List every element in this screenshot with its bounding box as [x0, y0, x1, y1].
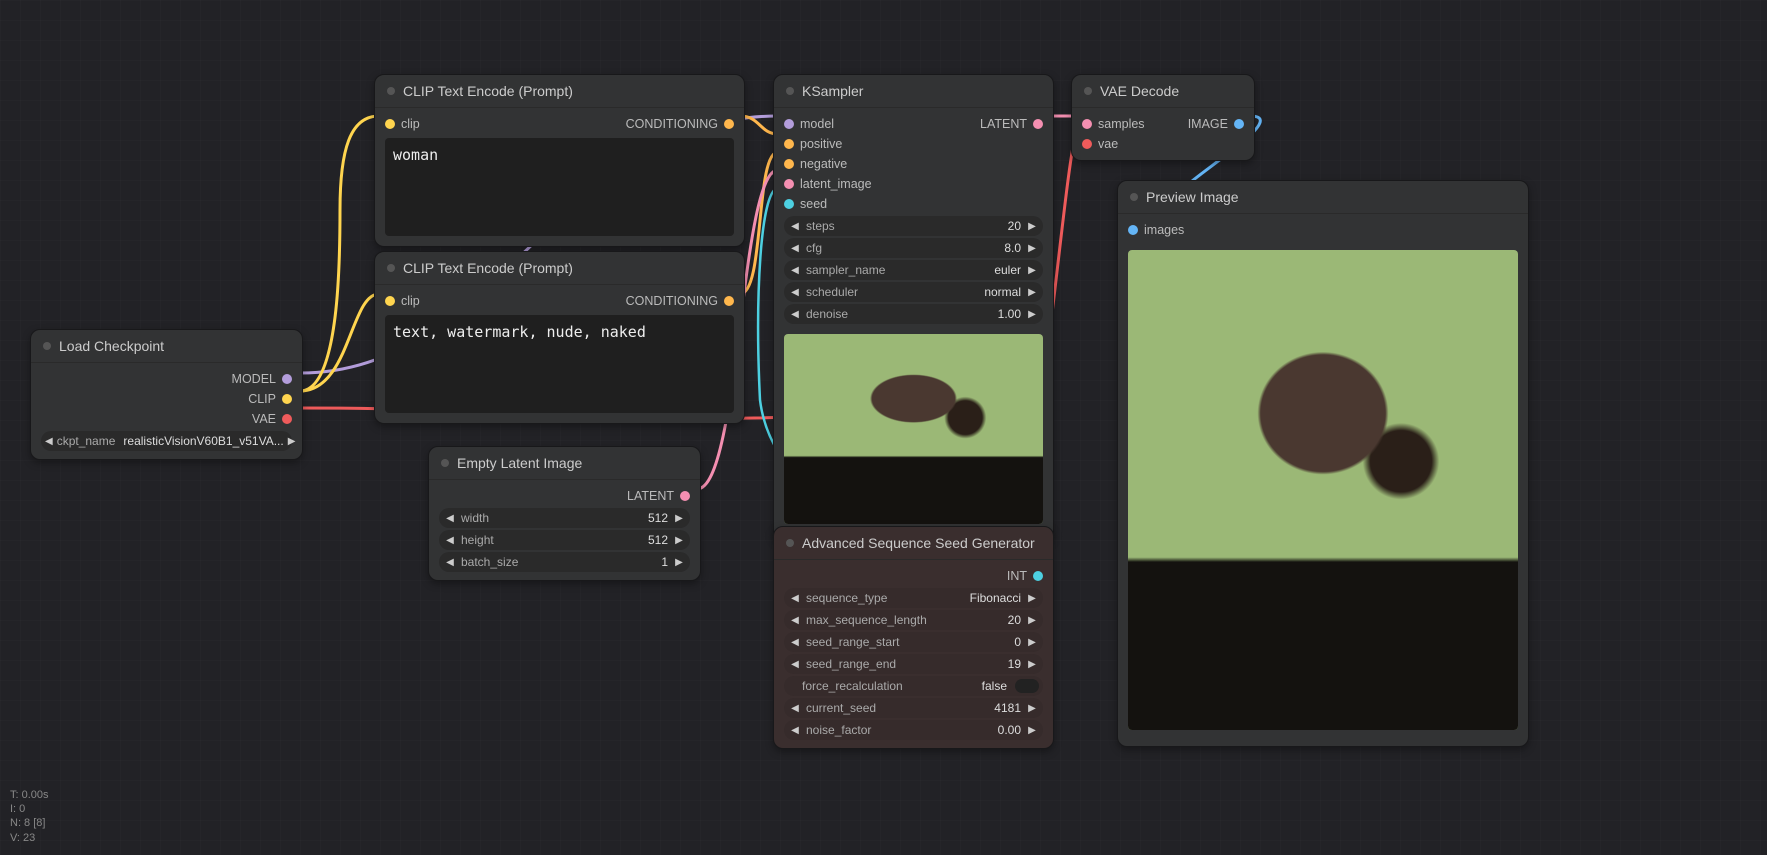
arrow-right-icon[interactable]: ▶: [288, 436, 296, 447]
batch-size-widget[interactable]: ◀batch_size1▶: [439, 552, 690, 572]
input-vae[interactable]: vae: [1098, 137, 1118, 151]
cfg-widget[interactable]: ◀cfg8.0▶: [784, 238, 1043, 258]
output-clip[interactable]: CLIP: [31, 389, 302, 409]
steps-widget[interactable]: ◀steps20▶: [784, 216, 1043, 236]
input-clip[interactable]: clip: [401, 294, 420, 308]
preview-image-node[interactable]: Preview Image images: [1117, 180, 1529, 747]
seed-end-widget[interactable]: ◀seed_range_end19▶: [784, 654, 1043, 674]
ksampler-preview: [784, 334, 1043, 524]
seed-start-widget[interactable]: ◀seed_range_start0▶: [784, 632, 1043, 652]
node-title: Advanced Sequence Seed Generator: [774, 527, 1053, 560]
node-title: CLIP Text Encode (Prompt): [375, 75, 744, 108]
node-title: VAE Decode: [1072, 75, 1254, 108]
output-latent[interactable]: LATENT: [429, 486, 700, 506]
output-latent[interactable]: LATENT: [980, 117, 1027, 131]
preview-image: [1128, 250, 1518, 730]
output-conditioning[interactable]: CONDITIONING: [626, 294, 718, 308]
prompt-textarea[interactable]: text, watermark, nude, naked: [385, 315, 734, 413]
ksampler-node[interactable]: KSampler model LATENT positive negative …: [773, 74, 1054, 541]
input-seed[interactable]: seed: [800, 197, 827, 211]
prompt-textarea[interactable]: woman: [385, 138, 734, 236]
node-title: Empty Latent Image: [429, 447, 700, 480]
force-recalc-widget[interactable]: force_recalculationfalse: [784, 676, 1043, 696]
ckpt-name-widget[interactable]: ◀ ckpt_name realisticVisionV60B1_v51VA..…: [41, 431, 292, 451]
clip-positive-node[interactable]: CLIP Text Encode (Prompt) clip CONDITION…: [374, 74, 745, 247]
width-widget[interactable]: ◀width512▶: [439, 508, 690, 528]
input-clip[interactable]: clip: [401, 117, 420, 131]
input-latent-image[interactable]: latent_image: [800, 177, 872, 191]
input-samples[interactable]: samples: [1098, 117, 1145, 131]
empty-latent-node[interactable]: Empty Latent Image LATENT ◀width512▶ ◀he…: [428, 446, 701, 581]
sequence-type-widget[interactable]: ◀sequence_typeFibonacci▶: [784, 588, 1043, 608]
stats-overlay: T: 0.00s I: 0 N: 8 [8] V: 23: [10, 788, 49, 845]
output-image[interactable]: IMAGE: [1188, 117, 1228, 131]
height-widget[interactable]: ◀height512▶: [439, 530, 690, 550]
seed-generator-node[interactable]: Advanced Sequence Seed Generator INT ◀se…: [773, 526, 1054, 749]
node-title: CLIP Text Encode (Prompt): [375, 252, 744, 285]
denoise-widget[interactable]: ◀denoise1.00▶: [784, 304, 1043, 324]
current-seed-widget[interactable]: ◀current_seed4181▶: [784, 698, 1043, 718]
load-checkpoint-node[interactable]: Load Checkpoint MODEL CLIP VAE ◀ ckpt_na…: [30, 329, 303, 460]
clip-negative-node[interactable]: CLIP Text Encode (Prompt) clip CONDITION…: [374, 251, 745, 424]
scheduler-widget[interactable]: ◀schedulernormal▶: [784, 282, 1043, 302]
input-model[interactable]: model: [800, 117, 834, 131]
output-vae[interactable]: VAE: [31, 409, 302, 429]
node-title: Load Checkpoint: [31, 330, 302, 363]
input-negative[interactable]: negative: [800, 157, 847, 171]
node-title: Preview Image: [1118, 181, 1528, 214]
node-title: KSampler: [774, 75, 1053, 108]
output-conditioning[interactable]: CONDITIONING: [626, 117, 718, 131]
output-int[interactable]: INT: [774, 566, 1053, 586]
arrow-left-icon[interactable]: ◀: [45, 436, 53, 447]
vae-decode-node[interactable]: VAE Decode samples IMAGE vae: [1071, 74, 1255, 161]
output-model[interactable]: MODEL: [31, 369, 302, 389]
noise-factor-widget[interactable]: ◀noise_factor0.00▶: [784, 720, 1043, 740]
sampler-widget[interactable]: ◀sampler_nameeuler▶: [784, 260, 1043, 280]
max-seq-widget[interactable]: ◀max_sequence_length20▶: [784, 610, 1043, 630]
input-positive[interactable]: positive: [800, 137, 842, 151]
input-images[interactable]: images: [1144, 223, 1184, 237]
